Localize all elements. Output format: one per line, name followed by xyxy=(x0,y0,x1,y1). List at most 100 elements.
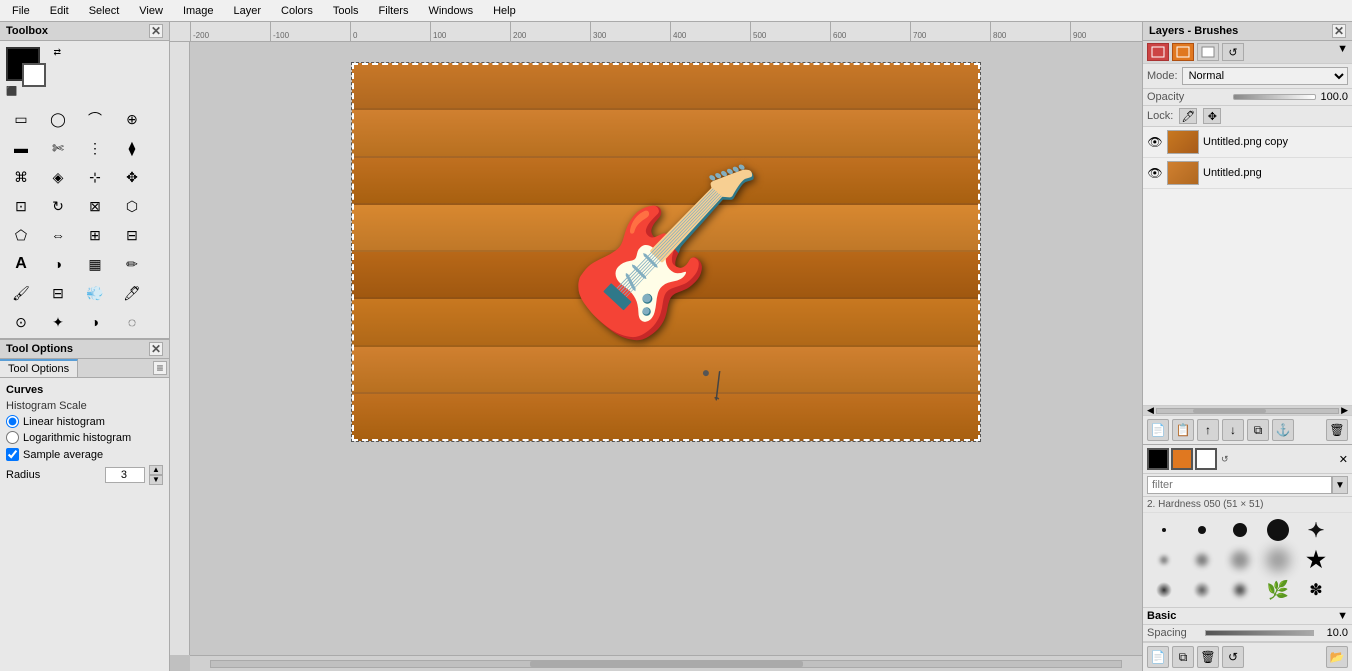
layers-panel-menu-btn[interactable]: ▼ xyxy=(1337,43,1348,61)
menu-windows[interactable]: Windows xyxy=(420,3,481,19)
move-tool[interactable]: ✥ xyxy=(115,163,149,191)
iscissors-tool[interactable]: ⌘ xyxy=(4,163,38,191)
layer-visibility-btn[interactable]: 👁 xyxy=(1147,134,1163,150)
duplicate-layer-btn[interactable]: ⧉ xyxy=(1247,419,1269,441)
menu-colors[interactable]: Colors xyxy=(273,3,321,19)
brush-filter-dropdown[interactable]: ▼ xyxy=(1332,476,1348,494)
toolbox-close-btn[interactable]: ✕ xyxy=(149,24,163,38)
brushes-panel-close[interactable]: ✕ xyxy=(1339,453,1348,466)
brush-item[interactable] xyxy=(1261,546,1295,574)
brush-item[interactable]: ✦ xyxy=(1299,516,1333,544)
lock-position-btn[interactable]: ✥ xyxy=(1203,108,1221,124)
airbrush-tool[interactable]: 💨 xyxy=(78,279,112,307)
tab-options-btn[interactable]: ≡ xyxy=(153,361,167,375)
brush-item[interactable] xyxy=(1185,576,1219,604)
heal-tool[interactable]: ✦ xyxy=(41,308,75,336)
menu-help[interactable]: Help xyxy=(485,3,524,19)
rect-select-tool[interactable]: ▭ xyxy=(4,105,38,133)
layer-tool-1[interactable] xyxy=(1147,43,1169,61)
align-tool[interactable]: ⊹ xyxy=(78,163,112,191)
flip-tool[interactable]: ⇔ xyxy=(41,221,75,249)
refresh-brushes-btn[interactable]: ↺ xyxy=(1222,646,1244,668)
brush-item[interactable] xyxy=(1185,516,1219,544)
clone-stamp-tool[interactable]: ⊙ xyxy=(4,308,38,336)
foreground-select-tool[interactable]: ◈ xyxy=(41,163,75,191)
reset-colors-btn[interactable]: ⬛ xyxy=(6,86,17,97)
text-tool[interactable]: A xyxy=(4,250,38,278)
lock-pixel-btn[interactable]: 🖊 xyxy=(1179,108,1197,124)
brush-item[interactable] xyxy=(1223,516,1257,544)
by-color-tool[interactable]: ⧫ xyxy=(115,134,149,162)
brush-item[interactable]: ★ xyxy=(1299,546,1333,574)
layers-scroll-track[interactable] xyxy=(1156,408,1339,414)
menu-select[interactable]: Select xyxy=(81,3,128,19)
swatch-reset-btn[interactable]: ↺ xyxy=(1219,452,1231,467)
smudge-tool[interactable]: ◌ xyxy=(115,308,149,336)
menu-image[interactable]: Image xyxy=(175,3,222,19)
dodge-burn-tool[interactable]: ◑ xyxy=(78,308,112,336)
blend-tool[interactable]: ▦ xyxy=(78,250,112,278)
crop-tool[interactable]: ⊡ xyxy=(4,192,38,220)
black-swatch[interactable] xyxy=(1147,448,1169,470)
layer-down-btn[interactable]: ↓ xyxy=(1222,419,1244,441)
perspective-tool[interactable]: ⬠ xyxy=(4,221,38,249)
spacing-track[interactable] xyxy=(1205,630,1314,636)
scale-tool[interactable]: ⊠ xyxy=(78,192,112,220)
radius-up-btn[interactable]: ▲ xyxy=(149,465,163,475)
layer-tool-3[interactable] xyxy=(1197,43,1219,61)
canvas-container[interactable]: 🎸 xyxy=(190,42,1142,655)
brush-item[interactable] xyxy=(1185,546,1219,574)
bottom-scrollbar[interactable] xyxy=(190,655,1142,671)
fill-tool[interactable]: ◑ xyxy=(41,250,75,278)
clone-tool[interactable]: ⊕ xyxy=(115,105,149,133)
menu-filters[interactable]: Filters xyxy=(371,3,417,19)
menu-view[interactable]: View xyxy=(131,3,171,19)
mode-select[interactable]: Normal Multiply Screen Overlay xyxy=(1182,67,1348,85)
brush-item[interactable] xyxy=(1223,546,1257,574)
scissors-tool[interactable]: ✄ xyxy=(41,134,75,162)
brush-item[interactable] xyxy=(1261,516,1295,544)
warp-transform-tool[interactable]: ⊟ xyxy=(115,221,149,249)
new-brush-btn[interactable]: 📄 xyxy=(1147,646,1169,668)
brush-item[interactable]: 🌿 xyxy=(1261,576,1295,604)
menu-edit[interactable]: Edit xyxy=(42,3,77,19)
delete-layer-btn[interactable]: 🗑 xyxy=(1326,419,1348,441)
sample-average-label[interactable]: Sample average xyxy=(23,449,103,461)
new-layer-from-clipboard-btn[interactable]: 📋 xyxy=(1172,419,1194,441)
pencil-tool[interactable]: ✏ xyxy=(115,250,149,278)
open-brush-folder-btn[interactable]: 📂 xyxy=(1326,646,1348,668)
layer-visibility-btn[interactable]: 👁 xyxy=(1147,165,1163,181)
canvas-image[interactable]: 🎸 xyxy=(351,62,981,442)
swap-colors-btn[interactable]: ⇄ xyxy=(53,47,61,58)
cage-transform-tool[interactable]: ⊞ xyxy=(78,221,112,249)
paintbrush-tool[interactable]: 🖌 xyxy=(4,279,38,307)
brush-item[interactable] xyxy=(1223,576,1257,604)
brush-item[interactable] xyxy=(1147,516,1181,544)
logarithmic-histogram-label[interactable]: Logarithmic histogram xyxy=(23,432,131,444)
menu-layer[interactable]: Layer xyxy=(226,3,270,19)
layer-tool-2[interactable] xyxy=(1172,43,1194,61)
rotate-tool[interactable]: ↻ xyxy=(41,192,75,220)
layer-up-btn[interactable]: ↑ xyxy=(1197,419,1219,441)
orange-swatch[interactable] xyxy=(1171,448,1193,470)
background-color[interactable] xyxy=(22,63,46,87)
basic-section[interactable]: Basic ▼ xyxy=(1143,607,1352,625)
fuzzy-select-tool[interactable]: ⋮ xyxy=(78,134,112,162)
white-swatch[interactable] xyxy=(1195,448,1217,470)
brush-item[interactable] xyxy=(1147,576,1181,604)
duplicate-brush-btn[interactable]: ⧉ xyxy=(1172,646,1194,668)
radius-down-btn[interactable]: ▼ xyxy=(149,475,163,485)
anchor-layer-btn[interactable]: ⚓ xyxy=(1272,419,1294,441)
new-layer-btn[interactable]: 📄 xyxy=(1147,419,1169,441)
shear-tool[interactable]: ⬡ xyxy=(115,192,149,220)
layer-tool-4[interactable]: ↺ xyxy=(1222,43,1244,61)
opacity-track[interactable] xyxy=(1233,94,1317,100)
ellipse-select-tool[interactable]: ◯ xyxy=(41,105,75,133)
menu-file[interactable]: File xyxy=(4,3,38,19)
eraser-tool[interactable]: ⊟ xyxy=(41,279,75,307)
paths-tool[interactable]: ▬ xyxy=(4,134,38,162)
layers-scroll[interactable]: ◀ ▶ xyxy=(1143,405,1352,415)
brush-item[interactable]: ✽ xyxy=(1299,576,1333,604)
delete-brush-btn[interactable]: 🗑 xyxy=(1197,646,1219,668)
layers-close-btn[interactable]: ✕ xyxy=(1332,24,1346,38)
